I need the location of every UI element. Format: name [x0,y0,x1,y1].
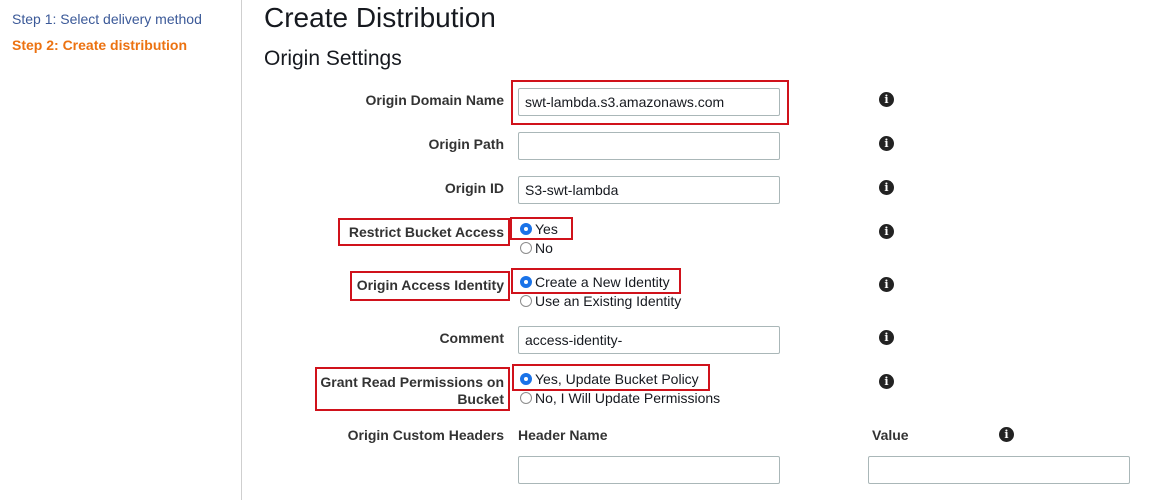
grant-read-permissions-label: Grant Read Permissions on Bucket [304,374,504,408]
page-title: Create Distribution [264,2,496,33]
radio-unselected-icon[interactable] [520,392,532,404]
info-icon[interactable]: i [999,427,1014,442]
radio-label: Yes [535,221,558,237]
radio-label: Create a New Identity [535,274,670,290]
radio-label: No, I Will Update Permissions [535,390,721,406]
origin-custom-headers-label: Origin Custom Headers [347,427,504,443]
radio-selected-icon[interactable] [520,373,532,385]
origin-path-input[interactable] [518,132,780,160]
radio-label: Use an Existing Identity [535,293,682,309]
grant-read-permissions-label-line2: Bucket [457,391,504,407]
step-select-delivery-method[interactable]: Step 1: Select delivery method [12,11,202,27]
radio-unselected-icon[interactable] [520,295,532,307]
info-icon[interactable]: i [879,92,894,107]
radio-label: No [535,240,553,256]
grant-read-permissions-yes[interactable]: Yes, Update Bucket Policy [520,370,699,388]
grant-read-permissions-no[interactable]: No, I Will Update Permissions [520,389,720,407]
section-title: Origin Settings [264,47,402,70]
origin-id-label: Origin ID [444,180,504,196]
radio-unselected-icon[interactable] [520,242,532,254]
comment-label: Comment [439,330,504,346]
radio-selected-icon[interactable] [520,223,532,235]
origin-access-identity-use-existing[interactable]: Use an Existing Identity [520,292,681,310]
info-icon[interactable]: i [879,374,894,389]
info-icon[interactable]: i [879,224,894,239]
custom-header-name-input[interactable] [518,456,780,484]
info-icon[interactable]: i [879,180,894,195]
origin-domain-name-input[interactable] [518,88,780,116]
restrict-bucket-access-yes[interactable]: Yes [520,220,558,238]
create-distribution-page: Step 1: Select delivery method Step 2: C… [0,0,1150,500]
custom-header-value-input[interactable] [868,456,1130,484]
grant-read-permissions-label-line1: Grant Read Permissions on [320,374,504,390]
info-icon[interactable]: i [879,330,894,345]
restrict-bucket-access-no[interactable]: No [520,239,553,257]
info-icon[interactable]: i [879,277,894,292]
comment-input[interactable] [518,326,780,354]
origin-access-identity-label: Origin Access Identity [356,277,504,293]
origin-domain-name-label: Origin Domain Name [365,92,504,108]
step-create-distribution[interactable]: Step 2: Create distribution [12,37,187,53]
origin-id-input[interactable] [518,176,780,204]
radio-label: Yes, Update Bucket Policy [535,371,699,387]
restrict-bucket-access-label: Restrict Bucket Access [348,224,504,240]
value-column-label: Value [872,427,909,443]
wizard-sidebar: Step 1: Select delivery method Step 2: C… [0,0,242,500]
header-name-column-label: Header Name [518,427,608,443]
info-icon[interactable]: i [879,136,894,151]
origin-path-label: Origin Path [428,136,504,152]
radio-selected-icon[interactable] [520,276,532,288]
origin-access-identity-create-new[interactable]: Create a New Identity [520,273,670,291]
